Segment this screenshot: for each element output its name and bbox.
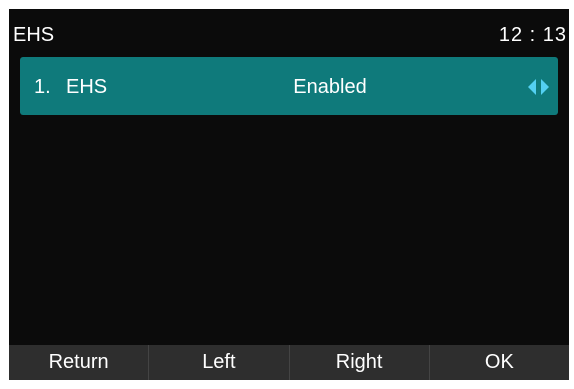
header-bar: EHS 12 : 13 [9, 9, 569, 53]
return-button[interactable]: Return [9, 345, 150, 380]
left-button[interactable]: Left [149, 345, 290, 380]
row-label: EHS [66, 76, 108, 98]
ok-button[interactable]: OK [430, 345, 569, 380]
page-title: EHS [13, 24, 55, 46]
row-index: 1. [34, 76, 51, 98]
right-button[interactable]: Right [290, 345, 430, 380]
chevron-left-icon[interactable] [528, 79, 536, 95]
softkey-bar: Return Left Right OK [9, 345, 569, 380]
row-value[interactable]: Enabled [220, 75, 440, 99]
setting-row-ehs[interactable]: 1. EHS Enabled [20, 57, 558, 115]
phone-screen: EHS 12 : 13 1. EHS Enabled Return Left R… [9, 9, 569, 380]
chevron-right-icon[interactable] [541, 79, 549, 95]
clock: 12 : 13 [498, 24, 567, 46]
